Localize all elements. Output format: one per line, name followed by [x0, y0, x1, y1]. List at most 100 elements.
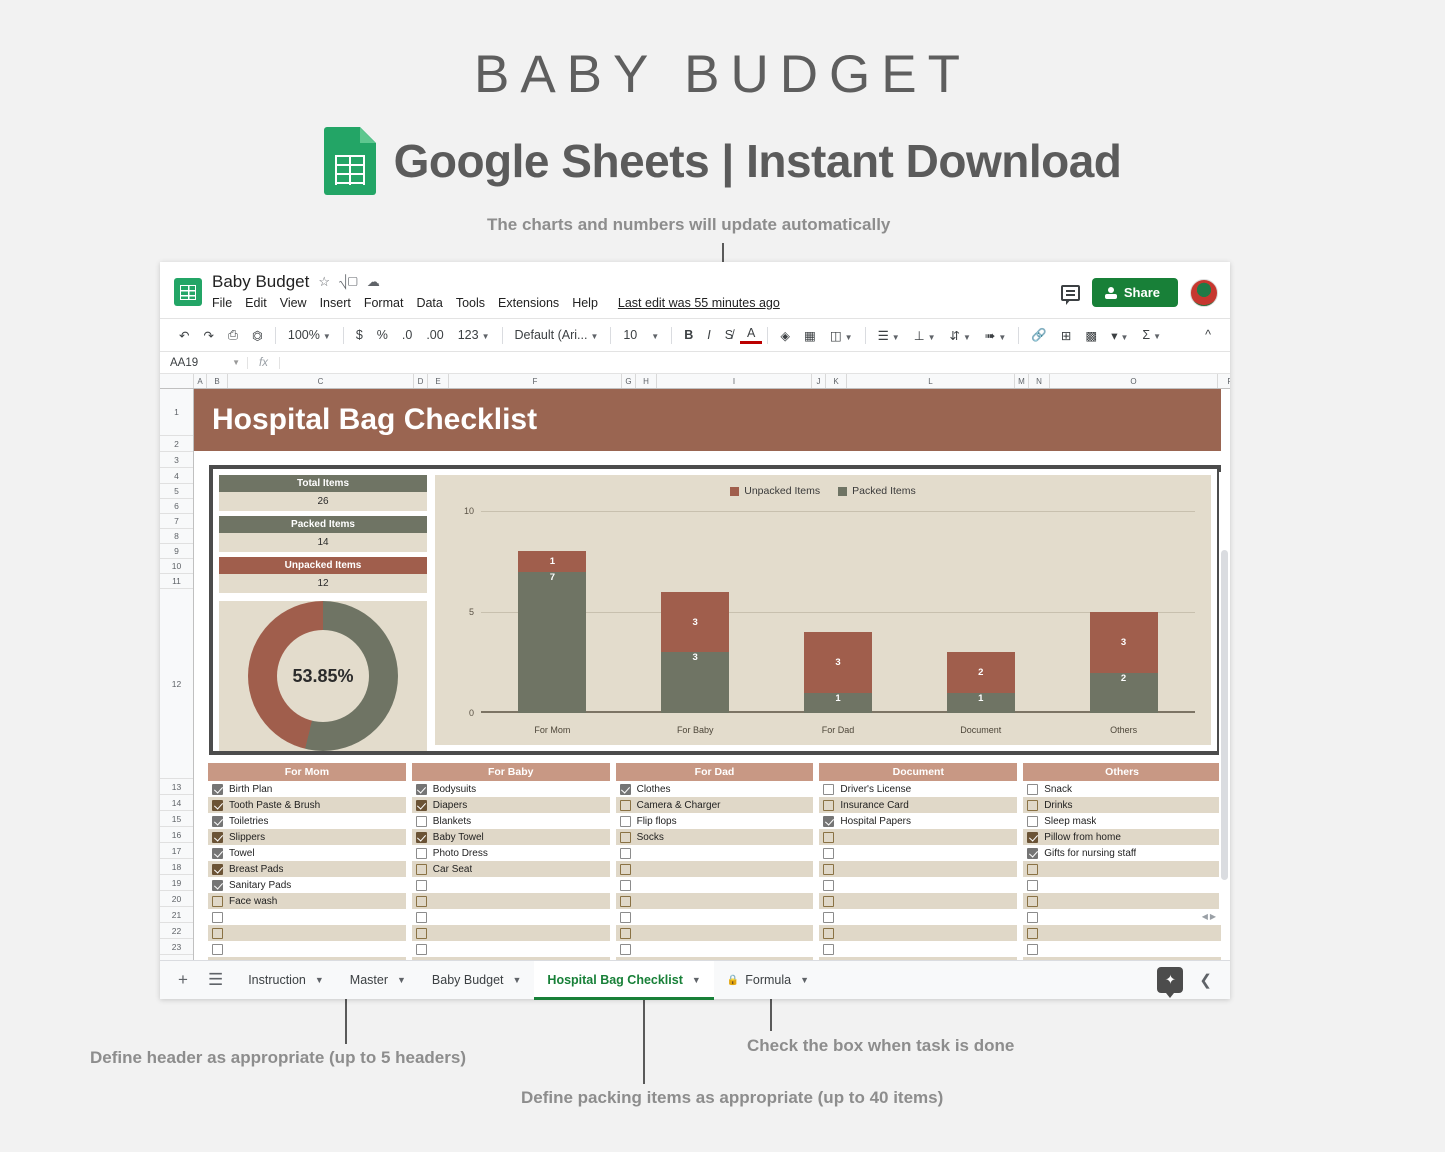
row-2[interactable]: 2 [160, 436, 193, 452]
checklist-row[interactable]: Diapers [411, 797, 610, 813]
checklist-row[interactable]: Gifts for nursing staff [1023, 845, 1221, 861]
strikethrough-icon[interactable]: S̸ [718, 328, 740, 342]
share-button[interactable]: Share [1091, 278, 1178, 307]
checklist-row[interactable]: Photo Dress [412, 845, 610, 861]
checklist-row[interactable] [819, 941, 1017, 957]
checklist-row[interactable] [819, 845, 1017, 861]
checklist-row[interactable] [819, 877, 1017, 893]
row-23[interactable]: 23 [160, 939, 193, 955]
bold-icon[interactable]: B [677, 328, 700, 342]
checkbox[interactable] [212, 815, 223, 827]
checkbox[interactable] [823, 927, 835, 939]
checkbox[interactable] [212, 831, 223, 843]
cell-reference-box[interactable]: AA19 [160, 357, 232, 369]
currency-icon[interactable]: $ [349, 328, 370, 342]
checkbox[interactable] [212, 863, 223, 875]
row-9[interactable]: 9 [160, 544, 193, 559]
column-H[interactable]: H [636, 374, 657, 388]
paint-format-icon[interactable]: ⏣ [245, 328, 270, 343]
checklist-row[interactable]: Car Seat [411, 861, 610, 877]
checklist-row[interactable]: Baby Towel [411, 829, 610, 845]
row-18[interactable]: 18 [160, 859, 193, 875]
checkbox[interactable] [415, 927, 427, 939]
column-B[interactable]: B [207, 374, 228, 388]
menu-insert[interactable]: Insert [320, 296, 351, 310]
column-O[interactable]: O [1050, 374, 1218, 388]
column-E[interactable]: E [428, 374, 449, 388]
checklist-row[interactable] [819, 925, 1018, 941]
checkbox[interactable] [415, 815, 427, 827]
font-selector[interactable]: Default (Ari... ▼ [508, 328, 606, 342]
insert-chart-icon[interactable]: ▩ [1078, 328, 1104, 343]
row-5[interactable]: 5 [160, 484, 193, 499]
menu-file[interactable]: File [212, 296, 232, 310]
checkbox[interactable] [823, 879, 835, 891]
row-7[interactable]: 7 [160, 514, 193, 529]
checkbox[interactable] [823, 799, 835, 811]
checkbox[interactable] [619, 831, 631, 843]
add-sheet-icon[interactable]: + [170, 970, 196, 990]
checkbox[interactable] [415, 783, 427, 795]
row-8[interactable]: 8 [160, 529, 193, 544]
column-A[interactable]: A [194, 374, 207, 388]
checkbox[interactable] [619, 783, 631, 795]
checkbox[interactable] [1027, 879, 1039, 891]
checkbox[interactable] [212, 847, 223, 859]
checkbox[interactable] [212, 911, 223, 923]
checklist-row[interactable] [208, 941, 406, 957]
undo-icon[interactable]: ↶ [172, 328, 196, 343]
row-11[interactable]: 11 [160, 574, 193, 589]
text-wrap-icon[interactable]: ⇵ ▼ [943, 328, 978, 343]
number-format-selector[interactable]: 123 ▼ [451, 328, 497, 342]
checklist-row[interactable]: Tooth Paste & Brush [208, 797, 406, 813]
checkbox[interactable] [1027, 815, 1039, 827]
column-P[interactable]: P [1218, 374, 1230, 388]
last-edit-link[interactable]: Last edit was 55 minutes ago [618, 296, 780, 310]
checkbox[interactable] [415, 911, 427, 923]
fill-color-icon[interactable]: ◈ [773, 328, 797, 343]
comment-icon[interactable] [1060, 284, 1080, 305]
checkbox[interactable] [619, 799, 631, 811]
checkbox[interactable] [823, 831, 835, 843]
text-rotation-icon[interactable]: ➠ ▼ [978, 328, 1013, 343]
move-to-folder-icon[interactable]: ⎷▢ [339, 274, 358, 290]
checklist-row[interactable] [819, 893, 1018, 909]
checklist-row[interactable] [412, 909, 610, 925]
checklist-row[interactable] [615, 925, 814, 941]
text-color-icon[interactable]: A [740, 326, 763, 344]
checklist-row[interactable] [412, 877, 610, 893]
checkbox[interactable] [619, 927, 631, 939]
document-name[interactable]: Baby Budget [212, 272, 309, 292]
row-13[interactable]: 13 [160, 779, 193, 795]
checkbox[interactable] [212, 895, 223, 907]
checklist-row[interactable] [819, 909, 1017, 925]
avatar[interactable] [1190, 278, 1218, 307]
row-12[interactable]: 12 [160, 589, 193, 779]
column-G[interactable]: G [622, 374, 636, 388]
row-20[interactable]: 20 [160, 891, 193, 907]
checklist-row[interactable]: Insurance Card [819, 797, 1018, 813]
column-N[interactable]: N [1029, 374, 1050, 388]
checkbox[interactable] [1027, 927, 1039, 939]
checklist-row[interactable] [616, 845, 814, 861]
checkbox[interactable] [823, 911, 835, 923]
select-all-corner[interactable] [160, 374, 194, 388]
checkbox[interactable] [619, 879, 631, 891]
decrease-decimal-icon[interactable]: .0 [395, 328, 419, 342]
checklist-row[interactable] [819, 829, 1018, 845]
sheet-tab-hospital-bag-checklist[interactable]: Hospital Bag Checklist ▼ [534, 960, 714, 1000]
checkbox[interactable] [1027, 799, 1039, 811]
checkbox[interactable] [1027, 831, 1039, 843]
menu-tools[interactable]: Tools [456, 296, 485, 310]
checkbox[interactable] [823, 895, 835, 907]
checkbox[interactable] [1027, 863, 1039, 875]
checklist-row[interactable]: Birth Plan [208, 781, 406, 797]
checkbox[interactable] [212, 927, 223, 939]
checklist-row[interactable]: Face wash [208, 893, 406, 909]
sheet-tab-master[interactable]: Master ▼ [337, 961, 419, 1000]
all-sheets-icon[interactable]: ☰ [200, 970, 231, 990]
row-17[interactable]: 17 [160, 843, 193, 859]
row-16[interactable]: 16 [160, 827, 193, 843]
horizontal-align-icon[interactable]: ☰ ▼ [871, 328, 907, 343]
column-D[interactable]: D [414, 374, 428, 388]
